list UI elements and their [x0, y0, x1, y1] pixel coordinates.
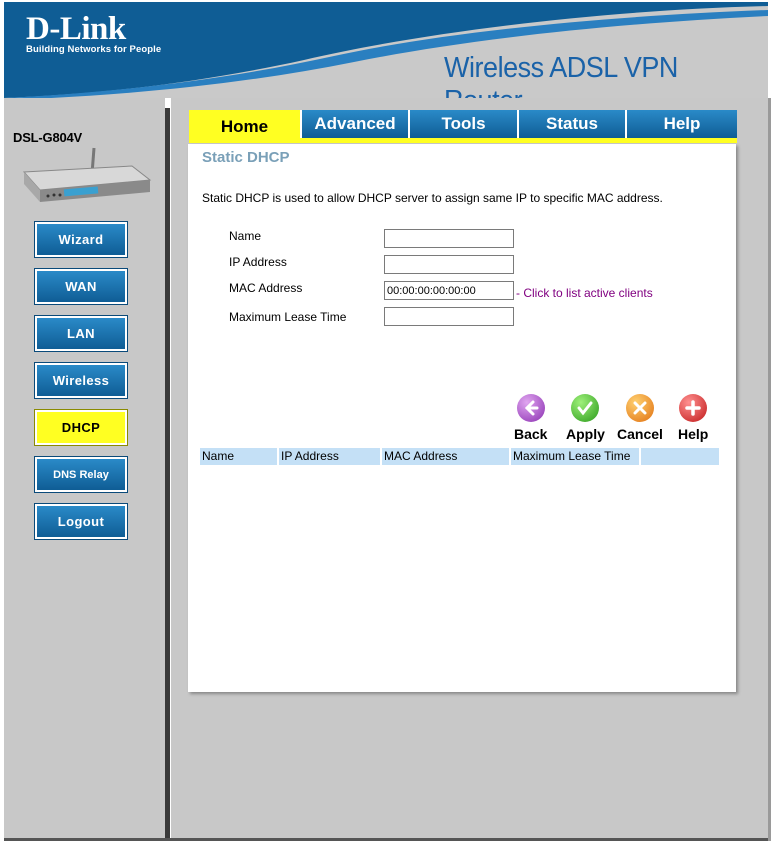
model-name: DSL-G804V — [13, 130, 83, 145]
tab-advanced[interactable]: Advanced — [302, 110, 410, 138]
back-label: Back — [514, 426, 548, 442]
sidebar-item-wan[interactable]: WAN — [34, 268, 128, 305]
product-title: Wireless ADSL VPN Router — [444, 52, 678, 98]
sidebar-item-lan[interactable]: LAN — [34, 315, 128, 352]
apply-button[interactable]: Apply — [566, 394, 605, 442]
dlink-logo: D-Link Building Networks for People — [26, 12, 161, 55]
help-plus-icon — [679, 394, 708, 422]
sidebar-item-wizard[interactable]: Wizard — [34, 221, 128, 258]
sidebar-item-dns-relay[interactable]: DNS Relay — [34, 456, 128, 493]
ip-address-label: IP Address — [229, 255, 287, 269]
ip-address-input[interactable] — [384, 255, 514, 274]
sidebar-item-dhcp[interactable]: DHCP — [34, 409, 128, 446]
tab-tools[interactable]: Tools — [410, 110, 519, 138]
cancel-x-icon — [625, 394, 654, 422]
cancel-button[interactable]: Cancel — [617, 394, 663, 442]
help-button[interactable]: Help — [678, 394, 708, 442]
right-edge — [768, 98, 771, 841]
page: D-Link Building Networks for People Wire… — [0, 0, 779, 850]
logo-tagline: Building Networks for People — [26, 44, 162, 55]
cancel-label: Cancel — [617, 426, 663, 442]
bottom-border — [4, 838, 768, 841]
column-header-mac-address: MAC Address — [382, 448, 509, 465]
tab-status[interactable]: Status — [519, 110, 627, 138]
static-dhcp-table-header: Name IP Address MAC Address Maximum Leas… — [200, 448, 719, 465]
back-button[interactable]: Back — [514, 394, 547, 442]
checkmark-icon — [571, 394, 600, 422]
sidebar-divider — [165, 108, 170, 840]
name-input[interactable] — [384, 229, 514, 248]
mac-address-input[interactable] — [384, 281, 514, 300]
column-header-max-lease-time: Maximum Lease Time — [511, 448, 639, 465]
top-tabs: Home Advanced Tools Status Help — [189, 110, 737, 144]
logo-brand: D-Link — [26, 11, 126, 47]
mac-address-label: MAC Address — [229, 281, 303, 295]
name-label: Name — [229, 229, 262, 243]
list-active-clients-link[interactable]: - Click to list active clients — [516, 286, 653, 300]
sidebar-item-logout[interactable]: Logout — [34, 503, 128, 540]
page-description: Static DHCP is used to allow DHCP server… — [202, 191, 663, 205]
header-banner: D-Link Building Networks for People Wire… — [4, 2, 768, 98]
max-lease-time-label: Maximum Lease Time — [229, 310, 347, 324]
column-header-name: Name — [200, 448, 277, 465]
column-header-ip-address: IP Address — [279, 448, 380, 465]
page-title: Static DHCP — [202, 149, 290, 166]
sidebar-item-wireless[interactable]: Wireless — [34, 362, 128, 399]
apply-label: Apply — [566, 426, 605, 442]
router-image — [20, 146, 152, 211]
column-header-extra — [641, 448, 719, 465]
max-lease-time-input[interactable] — [384, 307, 514, 326]
tab-underline — [189, 138, 737, 143]
tab-help[interactable]: Help — [627, 110, 737, 138]
help-label: Help — [678, 426, 709, 442]
back-arrow-icon — [516, 394, 545, 422]
